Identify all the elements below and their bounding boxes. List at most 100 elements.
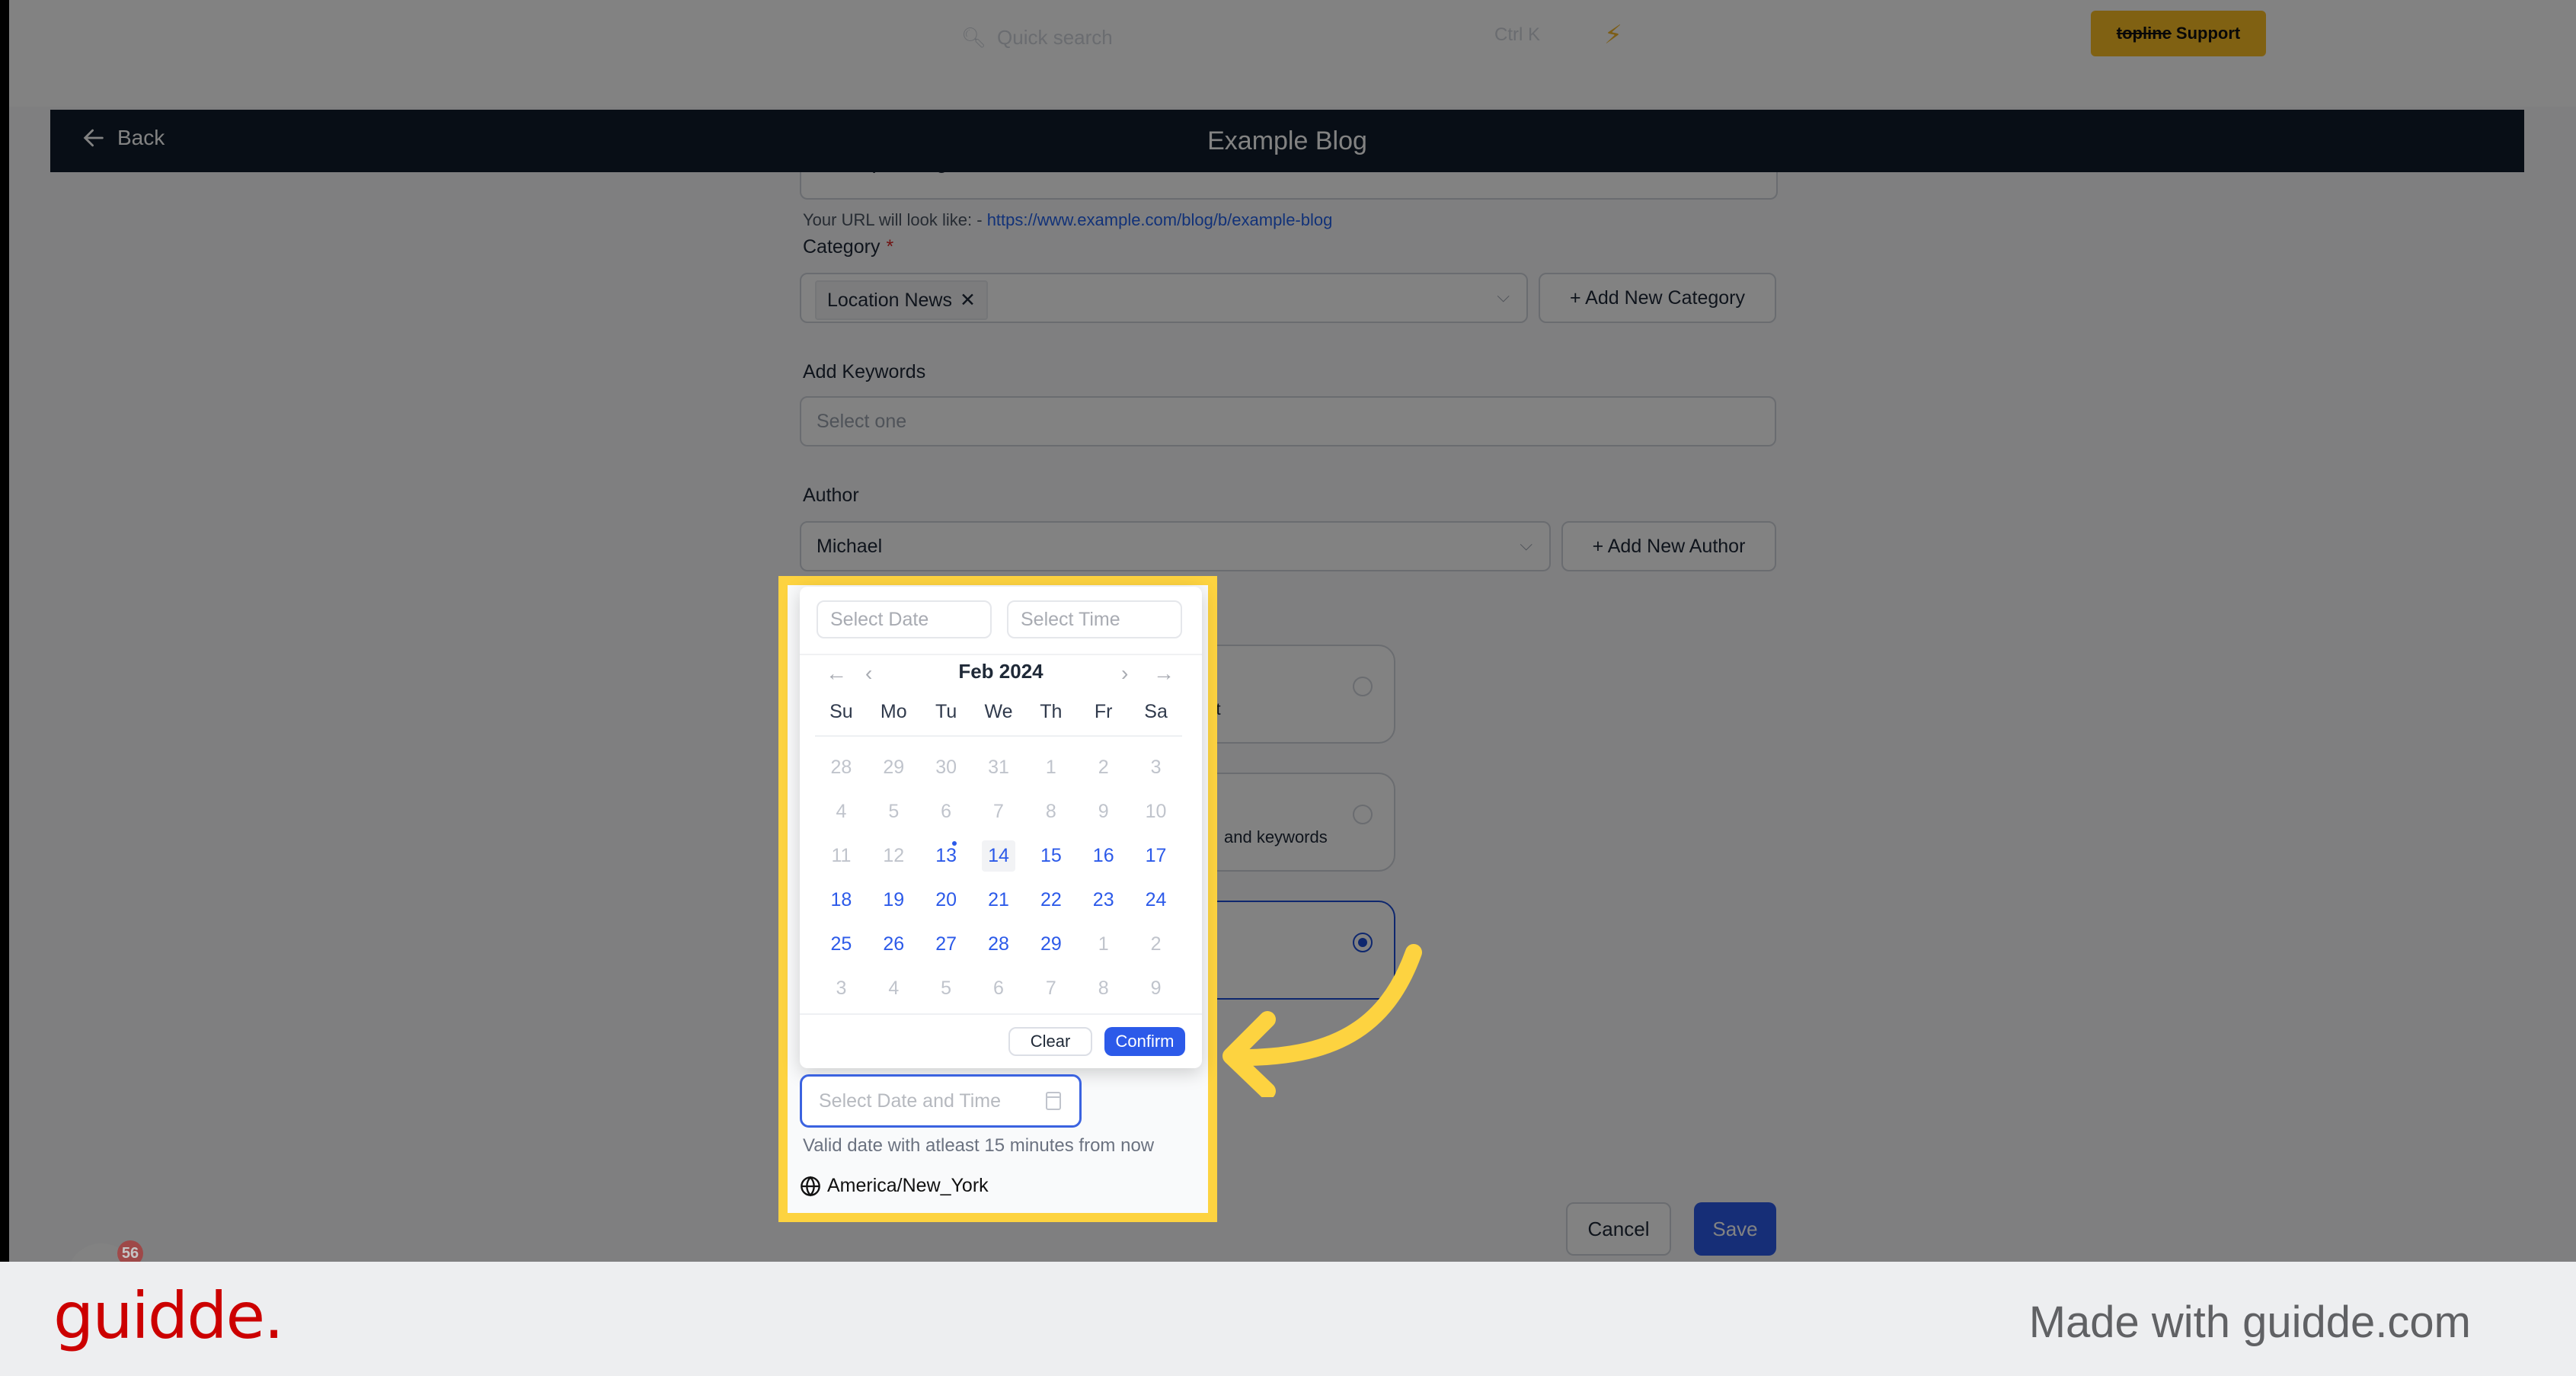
calendar-day: 3	[815, 966, 868, 1010]
calendar-day: 2	[1077, 745, 1130, 789]
calendar-day: 8	[1077, 966, 1130, 1010]
calendar-day: 7	[1024, 966, 1077, 1010]
day-number: 4	[836, 800, 847, 822]
day-number: 17	[1145, 844, 1167, 866]
calendar-day: 6	[973, 966, 1025, 1010]
calendar-day[interactable]: 23	[1077, 878, 1130, 922]
guidde-logo: guidde.	[53, 1278, 284, 1353]
day-number: 8	[1098, 977, 1109, 999]
calendar-day: 4	[815, 789, 868, 834]
select-date-input[interactable]: Select Date	[817, 600, 992, 638]
day-number: 19	[883, 888, 905, 910]
datetime-picker-popup: Select Date Select Time ← ‹ Feb 2024 › →…	[800, 587, 1202, 1068]
calendar-day: 7	[973, 789, 1025, 834]
guidde-footer: guidde. Made with guidde.com	[0, 1262, 2576, 1376]
globe-icon	[801, 1176, 820, 1196]
day-number: 6	[941, 800, 952, 822]
calendar-day: 4	[868, 966, 920, 1010]
day-number: 10	[1145, 800, 1167, 822]
day-number: 21	[988, 888, 1009, 910]
calendar-day-today[interactable]: 13	[920, 834, 973, 878]
day-number: 22	[1040, 888, 1062, 910]
calendar-day[interactable]: 29	[1024, 922, 1077, 966]
day-number: 11	[831, 844, 852, 866]
calendar-day[interactable]: 28	[973, 922, 1025, 966]
day-number: 16	[1092, 844, 1114, 866]
day-number: 2	[1098, 756, 1109, 778]
calendar-day[interactable]: 15	[1024, 834, 1077, 878]
calendar-day: 10	[1130, 789, 1182, 834]
calendar-day[interactable]: 17	[1130, 834, 1182, 878]
day-number: 28	[988, 933, 1009, 955]
day-number: 4	[888, 977, 900, 999]
day-number: 20	[935, 888, 957, 910]
timezone-label: America/New_York	[827, 1175, 989, 1196]
day-number: 7	[993, 800, 1004, 822]
day-number: 1	[1098, 933, 1109, 955]
left-edge-strip	[0, 0, 9, 1262]
calendar-day: 5	[920, 966, 973, 1010]
day-grid: 28 29 30 31 1 2 3 4 5 6 7 8 9 10 11 12 13 14 15 16 17 18 19 20 2…	[815, 745, 1182, 1010]
day-number: 5	[888, 800, 900, 822]
next-year-icon[interactable]: →	[1153, 661, 1175, 686]
calendar-day[interactable]: 26	[868, 922, 920, 966]
calendar-day[interactable]: 18	[815, 878, 868, 922]
timezone: America/New_York	[800, 1175, 989, 1197]
calendar-day: 2	[1130, 922, 1182, 966]
calendar-day: 11	[815, 834, 868, 878]
popup-footer: Clear Confirm	[800, 1013, 1202, 1068]
weekday-label: Mo	[880, 701, 907, 722]
weekday-label: We	[984, 701, 1013, 722]
calendar-day[interactable]: 21	[973, 878, 1025, 922]
day-number: 28	[830, 756, 852, 778]
calendar-day[interactable]: 27	[920, 922, 973, 966]
day-number: 3	[836, 977, 847, 999]
calendar-day[interactable]: 24	[1130, 878, 1182, 922]
calendar-day[interactable]: 20	[920, 878, 973, 922]
day-number: 3	[1150, 756, 1162, 778]
clear-button[interactable]: Clear	[1008, 1027, 1092, 1056]
made-with-label: Made with guidde.com	[2028, 1298, 2471, 1347]
day-number: 2	[1150, 933, 1162, 955]
day-number: 14	[982, 840, 1015, 872]
day-number: 27	[935, 933, 957, 955]
calendar-day: 28	[815, 745, 868, 789]
calendar-day-selected[interactable]: 14	[973, 834, 1025, 878]
calendar-day: 12	[868, 834, 920, 878]
calendar-day: 3	[1130, 745, 1182, 789]
weekday-label: Fr	[1094, 701, 1113, 722]
day-number: 12	[883, 844, 905, 866]
day-number: 8	[1045, 800, 1056, 822]
calendar-day: 1	[1077, 922, 1130, 966]
day-number: 5	[941, 977, 952, 999]
calendar-day: 29	[868, 745, 920, 789]
calendar-day: 1	[1024, 745, 1077, 789]
calendar-day: 5	[868, 789, 920, 834]
day-number: 9	[1098, 800, 1109, 822]
datetime-placeholder: Select Date and Time	[819, 1090, 1002, 1112]
day-number: 29	[883, 756, 905, 778]
weekday-label: Th	[1040, 701, 1063, 722]
curved-arrow-annotation	[1222, 944, 1422, 1097]
confirm-button[interactable]: Confirm	[1104, 1027, 1185, 1056]
datetime-hint: Valid date with atleast 15 minutes from …	[803, 1135, 1155, 1156]
select-time-input[interactable]: Select Time	[1007, 600, 1182, 638]
day-number: 13	[935, 844, 957, 866]
weekday-label: Sa	[1144, 701, 1168, 722]
day-number: 6	[993, 977, 1004, 999]
calendar-day: 9	[1077, 789, 1130, 834]
day-number: 29	[1040, 933, 1062, 955]
weekday-label: Tu	[935, 701, 957, 722]
weekday-header: Su Mo Tu We Th Fr Sa	[815, 701, 1182, 737]
calendar-day[interactable]: 16	[1077, 834, 1130, 878]
day-number: 23	[1092, 888, 1114, 910]
calendar-day: 31	[973, 745, 1025, 789]
schedule-datetime-input[interactable]: Select Date and Time	[800, 1074, 1082, 1128]
calendar-day[interactable]: 25	[815, 922, 868, 966]
day-number: 1	[1045, 756, 1056, 778]
day-number: 15	[1040, 844, 1062, 866]
calendar-day[interactable]: 22	[1024, 878, 1077, 922]
day-number: 25	[830, 933, 852, 955]
calendar-day[interactable]: 19	[868, 878, 920, 922]
next-month-icon[interactable]: ›	[1121, 661, 1128, 686]
